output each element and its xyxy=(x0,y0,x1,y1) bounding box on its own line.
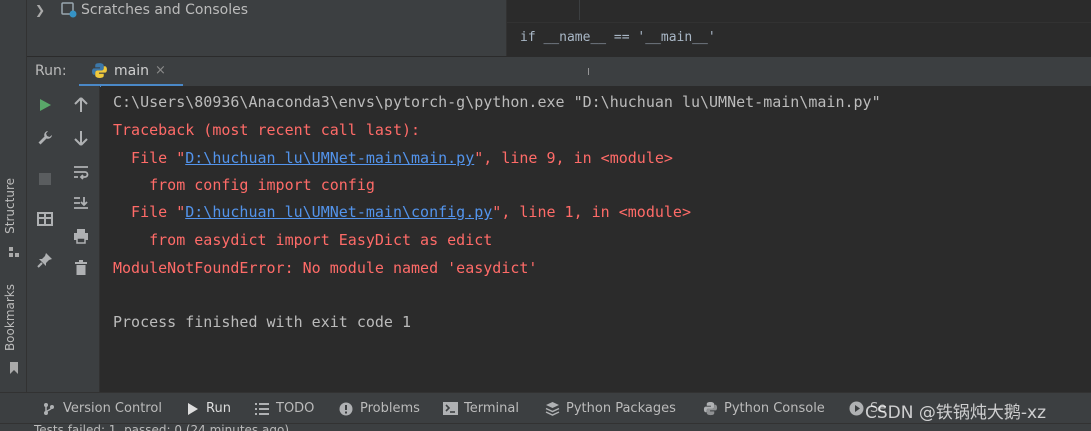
play-icon xyxy=(184,401,200,417)
scroll-to-end-button[interactable] xyxy=(72,194,90,212)
pin-icon xyxy=(37,253,52,268)
run-tool-label: Run xyxy=(206,401,231,416)
file-prefix: File " xyxy=(113,149,186,167)
info-icon xyxy=(338,401,354,417)
problems-label: Problems xyxy=(360,401,420,416)
scratches-icon xyxy=(61,2,77,18)
arrow-up-icon xyxy=(74,97,88,112)
layout-icon xyxy=(37,212,53,226)
stop-button[interactable] xyxy=(36,170,54,188)
structure-label: Structure xyxy=(3,178,17,234)
console-line-file-config: File "D:\huchuan lu\UMNet-main\config.py… xyxy=(113,202,691,222)
file-link-config[interactable]: D:\huchuan lu\UMNet-main\config.py xyxy=(185,203,492,221)
editor-preview: if __name__ == '__main__' xyxy=(506,0,1091,56)
python-console-label: Python Console xyxy=(724,401,825,416)
python-console-tab[interactable]: Python Console xyxy=(702,393,825,424)
status-text: Tests failed: 1, passed: 0 (24 minutes a… xyxy=(34,423,289,431)
pin-tab-button[interactable] xyxy=(36,251,54,269)
console-line-import-config: from config import config xyxy=(113,176,375,194)
stop-icon xyxy=(39,173,51,185)
run-tool-tab[interactable]: Run xyxy=(184,393,231,424)
todo-label: TODO xyxy=(276,401,315,416)
scroll-to-end-icon xyxy=(74,197,88,209)
list-icon xyxy=(254,401,270,417)
version-control-label: Version Control xyxy=(63,401,162,416)
python-icon xyxy=(92,63,107,78)
tree-item-scratches[interactable]: ❯ Scratches and Consoles xyxy=(35,0,248,20)
terminal-tab[interactable]: Terminal xyxy=(442,393,519,424)
problems-tab[interactable]: Problems xyxy=(338,393,420,424)
run-tab-main[interactable]: main × xyxy=(79,57,183,87)
run-toolbar-primary xyxy=(27,86,63,392)
terminal-label: Terminal xyxy=(464,401,519,416)
settings-button[interactable] xyxy=(36,129,54,147)
todo-tab[interactable]: TODO xyxy=(254,393,314,424)
editor-divider xyxy=(579,0,580,20)
console-line-import-easydict: from easydict import EasyDict as edict xyxy=(113,231,493,249)
console-line-command: C:\Users\80936\Anaconda3\envs\pytorch-g\… xyxy=(113,93,881,111)
soft-wrap-icon xyxy=(74,166,89,180)
previous-occurrence-button[interactable] xyxy=(72,96,90,114)
bookmarks-label: Bookmarks xyxy=(3,284,17,352)
console-line-error: ModuleNotFoundError: No module named 'ea… xyxy=(113,259,538,277)
clear-all-button[interactable] xyxy=(72,259,90,277)
layers-icon xyxy=(544,401,560,417)
trash-icon xyxy=(75,260,87,275)
version-control-tab[interactable]: Version Control xyxy=(41,393,162,424)
file-suffix: ", line 1, in <module> xyxy=(492,203,691,221)
rerun-button[interactable] xyxy=(36,96,54,114)
project-panel: ❯ Scratches and Consoles if __name__ == … xyxy=(27,0,1091,56)
console-line-file-main: File "D:\huchuan lu\UMNet-main\main.py",… xyxy=(113,148,673,168)
run-header: Run: main × I xyxy=(27,56,1091,87)
console-line-traceback: Traceback (most recent call last): xyxy=(113,121,421,139)
python-icon xyxy=(702,401,718,417)
soft-wrap-button[interactable] xyxy=(72,163,90,181)
run-toolbar-secondary xyxy=(63,86,100,392)
structure-tab[interactable]: Structure xyxy=(3,178,17,234)
print-icon xyxy=(74,229,88,244)
arrow-down-icon xyxy=(74,131,88,146)
structure-icon xyxy=(9,247,19,257)
text-cursor-icon: I xyxy=(587,67,590,78)
editor-separator xyxy=(507,22,1091,23)
file-prefix: File " xyxy=(113,203,186,221)
watermark: CSDN @铁锅炖大鹅-xz xyxy=(865,403,1046,423)
terminal-icon xyxy=(442,401,458,417)
play-icon xyxy=(40,99,51,111)
tree-item-label: Scratches and Consoles xyxy=(81,2,248,18)
layout-button[interactable] xyxy=(36,210,54,228)
close-icon[interactable]: × xyxy=(155,63,166,78)
status-bar: Tests failed: 1, passed: 0 (24 minutes a… xyxy=(0,423,1091,431)
run-label: Run: xyxy=(35,63,67,79)
python-packages-tab[interactable]: Python Packages xyxy=(544,393,676,424)
services-icon xyxy=(848,401,864,417)
chevron-right-icon[interactable]: ❯ xyxy=(35,3,49,17)
console-output[interactable]: C:\Users\80936\Anaconda3\envs\pytorch-g\… xyxy=(101,86,1091,392)
left-tool-strip: Structure Bookmarks xyxy=(0,0,27,392)
file-link-main[interactable]: D:\huchuan lu\UMNet-main\main.py xyxy=(185,149,474,167)
file-suffix: ", line 9, in <module> xyxy=(474,149,673,167)
wrench-icon xyxy=(38,131,52,145)
run-tab-label: main xyxy=(114,62,149,79)
next-occurrence-button[interactable] xyxy=(72,129,90,147)
bookmark-icon xyxy=(10,362,18,374)
console-line-exit: Process finished with exit code 1 xyxy=(113,313,412,331)
branch-icon xyxy=(41,401,57,417)
bookmarks-tab[interactable]: Bookmarks xyxy=(3,284,17,351)
code-snippet: if __name__ == '__main__' xyxy=(520,30,716,45)
python-packages-label: Python Packages xyxy=(566,401,676,416)
print-button[interactable] xyxy=(72,227,90,245)
